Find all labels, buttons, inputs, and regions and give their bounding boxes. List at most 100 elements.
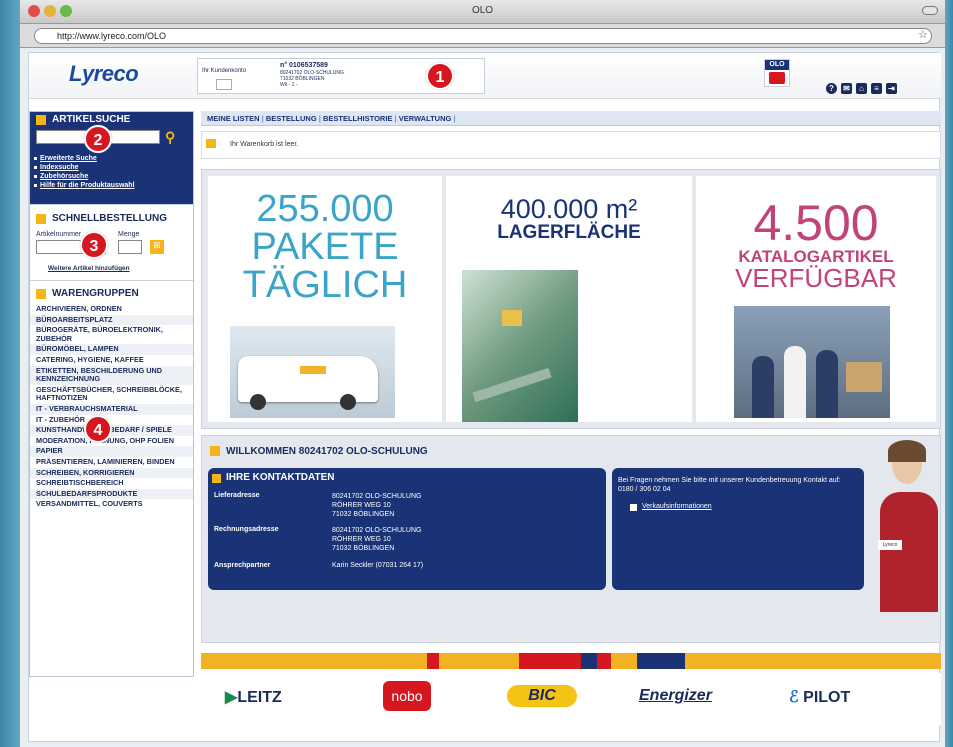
article-number-label: Artikelnummer: [36, 231, 82, 238]
service-assistant-image: Lyreco: [874, 436, 940, 626]
home-icon[interactable]: ⌂: [856, 83, 867, 94]
leitz-logo[interactable]: ▶LEITZ: [225, 687, 282, 707]
category-item[interactable]: IT - ZUBEHÖR: [30, 415, 193, 426]
parcels-label: PAKETE: [251, 226, 399, 268]
stripe-segment: [427, 653, 439, 669]
cart-icon: [769, 72, 785, 84]
bookmark-icon[interactable]: ☆: [918, 28, 928, 41]
category-item[interactable]: IT - VERBRAUCHSMATERIAL: [30, 403, 193, 415]
account-address: 80241702 OLO-SCHULUNG 71032 BÖBLINGEN Wk…: [280, 70, 344, 88]
account-label: Ihr Kundenkonto: [202, 68, 247, 74]
search-icon[interactable]: ⚲: [165, 129, 181, 145]
catalog-number: 4.500: [753, 195, 879, 251]
add-more-articles-link[interactable]: Weitere Artikel hinzufügen: [48, 265, 130, 272]
toolbar-toggle-button[interactable]: [922, 6, 938, 15]
address-line: 71032 BÖBLINGEN: [332, 511, 395, 518]
stripe-segment: [637, 653, 685, 669]
category-item[interactable]: MODERATION, PLANUNG, OHP FOLIEN: [30, 436, 193, 447]
contact-person-value: Karin Seckler (07031 264 17): [332, 562, 424, 569]
mail-icon[interactable]: ✉: [841, 83, 852, 94]
nav-my-lists[interactable]: MEINE LISTEN: [207, 114, 260, 123]
section-bullet-icon: [210, 446, 220, 456]
warehouse-number: 400.000 m²: [500, 194, 638, 224]
account-number: n° 0106537589: [280, 62, 328, 69]
nav-administration[interactable]: VERWALTUNG: [399, 114, 452, 123]
olo-logo[interactable]: OLO: [764, 59, 790, 87]
box-stack: [846, 362, 882, 392]
checkbox-icon: [630, 504, 637, 511]
address-line: RÖHRER WEG 10: [332, 536, 391, 543]
nav-order-history[interactable]: BESTELLHISTORIE: [323, 114, 392, 123]
banner-warehouse: 400.000 m² LAGERFLÄCHE: [446, 176, 692, 422]
nav-order[interactable]: BESTELLUNG: [266, 114, 317, 123]
add-to-cart-icon[interactable]: ⊞: [150, 240, 164, 254]
leitz-mark: ▶: [225, 689, 238, 706]
address-line: 80241702 OLO-SCHULUNG: [332, 493, 422, 500]
energizer-logo[interactable]: Energizer: [639, 687, 712, 705]
contact-data-box: IHRE KONTAKTDATEN Lieferadresse 80241702…: [208, 468, 606, 590]
banner-parcels: 255.000 PAKETE TÄGLICH: [208, 176, 442, 422]
person-figure: [816, 350, 838, 418]
category-item[interactable]: CATERING, HYGIENE, KAFFEE: [30, 355, 193, 366]
groups-title: WARENGRUPPEN: [52, 288, 139, 299]
category-item[interactable]: BÜROARBEITSPLATZ: [30, 314, 193, 326]
delivery-address-label: Lieferadresse: [214, 492, 260, 499]
category-item[interactable]: PAPIER: [30, 446, 193, 457]
callout-badge-3: 3: [80, 231, 108, 259]
article-search-section: ARTIKELSUCHE ⚲ 2 Erweiterte Suche Indexs…: [30, 112, 193, 204]
accessory-search-link[interactable]: Zubehörsuche: [32, 172, 135, 181]
url-input[interactable]: http://www.lyreco.com/OLO: [34, 28, 932, 44]
contact-title: IHRE KONTAKTDATEN: [226, 472, 335, 483]
quantity-label: Menge: [118, 231, 140, 238]
print-icon[interactable]: ≡: [871, 83, 882, 94]
address-line: 71032 BÖBLINGEN: [332, 545, 395, 552]
color-stripe: [201, 653, 941, 669]
delivery-van-image: [230, 326, 395, 418]
category-item[interactable]: SCHREIBEN, KORRIGIEREN: [30, 467, 193, 479]
category-item[interactable]: BÜROGERÄTE, BÜROELEKTRONIK, ZUBEHÖR: [30, 325, 193, 344]
search-title: ARTIKELSUCHE: [52, 114, 131, 125]
account-line: Wk - 1 -: [280, 82, 298, 88]
promo-banner: 255.000 PAKETE TÄGLICH 400.000 m² LAGERF…: [201, 169, 941, 429]
address-line: RÖHRER WEG 10: [332, 502, 391, 509]
welcome-title: WILLKOMMEN 80241702 OLO-SCHULUNG: [226, 446, 428, 457]
category-item[interactable]: ARCHIVIEREN, ORDNEN: [30, 304, 193, 315]
advanced-search-link[interactable]: Erweiterte Suche: [32, 154, 135, 163]
logout-icon[interactable]: ⇥: [886, 83, 897, 94]
product-help-link[interactable]: Hilfe für die Produktauswahl: [32, 181, 135, 190]
quick-order-title: SCHNELLBESTELLUNG: [52, 213, 167, 224]
search-links: Erweiterte Suche Indexsuche Zubehörsuche…: [32, 154, 135, 190]
van-wheel: [340, 394, 356, 410]
search-heading: ARTIKELSUCHE: [30, 112, 193, 128]
category-item[interactable]: GESCHÄFTSBÜCHER, SCHREIBBLÖCKE, HAFTNOTI…: [30, 385, 193, 404]
stripe-segment: [581, 653, 597, 669]
lyreco-logo[interactable]: Lyreco: [69, 61, 139, 87]
page-header: Lyreco Ihr Kundenkonto n° 0106537589 802…: [29, 53, 941, 99]
warehouse-label: LAGERFLÄCHE: [497, 222, 641, 243]
parcels-number: 255.000: [256, 188, 394, 230]
category-item[interactable]: PRÄSENTIEREN, LAMINIEREN, BINDEN: [30, 457, 193, 468]
welcome-panel: WILLKOMMEN 80241702 OLO-SCHULUNG IHRE KO…: [201, 435, 941, 643]
quick-order-section: SCHNELLBESTELLUNG Artikelnummer Menge ⊞ …: [30, 204, 193, 280]
category-item[interactable]: ETIKETTEN, BESCHILDERUNG UND KENNZEICHNU…: [30, 365, 193, 385]
product-groups-section: WARENGRUPPEN ARCHIVIEREN, ORDNEN BÜROARBE…: [30, 280, 193, 510]
quantity-input[interactable]: [118, 240, 142, 254]
section-bullet-icon: [212, 474, 221, 483]
callout-badge-2: 2: [84, 125, 112, 153]
sales-info-link[interactable]: Verkaufsinformationen: [642, 503, 712, 510]
billing-address-label: Rechnungsadresse: [214, 526, 279, 533]
pilot-logo[interactable]: ℰ PILOT: [789, 687, 850, 707]
category-item[interactable]: VERSANDMITTEL, COUVERTS: [30, 499, 193, 510]
help-icon[interactable]: ?: [826, 83, 837, 94]
category-list: ARCHIVIEREN, ORDNEN BÜROARBEITSPLATZ BÜROG…: [30, 304, 193, 510]
nobo-logo[interactable]: nobo: [383, 681, 431, 711]
category-item[interactable]: SCHREIBTISCHBEREICH: [30, 478, 193, 489]
window-title: OLO: [471, 5, 494, 16]
index-search-link[interactable]: Indexsuche: [32, 163, 135, 172]
callout-badge-4: 4: [84, 415, 112, 443]
bic-logo[interactable]: BIC: [507, 685, 577, 707]
section-bullet-icon: [36, 214, 46, 224]
category-item[interactable]: SCHULBEDARFSPRODUKTE: [30, 488, 193, 500]
pilot-text: PILOT: [803, 689, 851, 706]
category-item[interactable]: BÜROMÖBEL, LAMPEN: [30, 344, 193, 355]
